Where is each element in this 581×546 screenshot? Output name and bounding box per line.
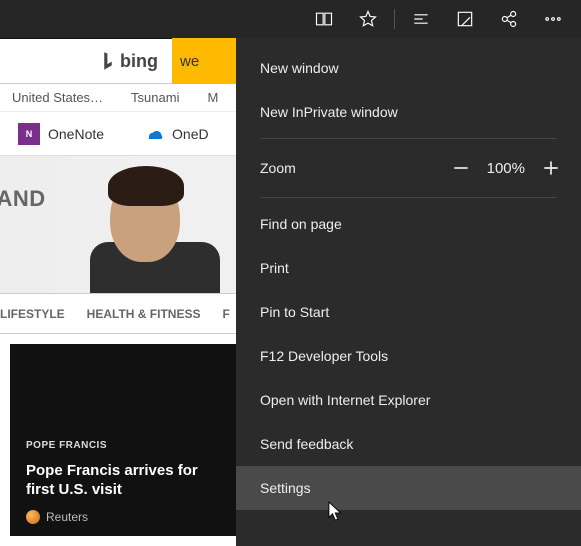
- tab-lifestyle[interactable]: LIFESTYLE: [0, 307, 65, 321]
- onenote-icon: N: [18, 123, 40, 145]
- menu-new-inprivate[interactable]: New InPrivate window: [236, 90, 581, 134]
- bing-label: bing: [120, 51, 158, 72]
- titlebar-separator: [394, 9, 395, 29]
- tab-health-fitness[interactable]: HEALTH & FITNESS: [87, 307, 201, 321]
- mouse-cursor-icon: [328, 501, 346, 528]
- news-source-label: Reuters: [46, 510, 88, 524]
- menu-separator: [260, 197, 557, 198]
- menu-open-ie[interactable]: Open with Internet Explorer: [236, 378, 581, 422]
- tab-more[interactable]: F: [222, 307, 229, 321]
- news-headline: Pope Francis arrives for first U.S. visi…: [26, 462, 226, 500]
- bing-logo[interactable]: bing: [100, 51, 158, 72]
- onenote-label: OneNote: [48, 126, 104, 142]
- onedrive-icon: [144, 127, 164, 141]
- zoom-in-button[interactable]: [539, 156, 563, 180]
- menu-separator: [260, 138, 557, 139]
- onedrive-shortcut[interactable]: OneD: [144, 126, 209, 142]
- share-icon[interactable]: [487, 0, 531, 38]
- menu-new-window[interactable]: New window: [236, 46, 581, 90]
- more-icon[interactable]: [531, 0, 575, 38]
- hero-image: [90, 164, 260, 294]
- onedrive-label: OneD: [172, 126, 209, 142]
- web-note-icon[interactable]: [443, 0, 487, 38]
- zoom-label: Zoom: [260, 160, 296, 176]
- zoom-out-button[interactable]: [449, 156, 473, 180]
- menu-zoom-row: Zoom 100%: [236, 143, 581, 193]
- news-card[interactable]: POPE FRANCIS Pope Francis arrives for fi…: [10, 344, 258, 536]
- menu-settings[interactable]: Settings: [236, 466, 581, 510]
- menu-find-on-page[interactable]: Find on page: [236, 202, 581, 246]
- hub-icon[interactable]: [399, 0, 443, 38]
- menu-send-feedback[interactable]: Send feedback: [236, 422, 581, 466]
- hero-heading: TY AND: [0, 186, 46, 212]
- news-topic-badge: POPE FRANCIS: [26, 440, 107, 451]
- menu-dev-tools[interactable]: F12 Developer Tools: [236, 334, 581, 378]
- reuters-icon: [26, 510, 40, 524]
- zoom-value: 100%: [487, 160, 525, 177]
- trending-item[interactable]: Tsunami: [131, 90, 179, 105]
- trending-item[interactable]: United States…: [12, 90, 103, 105]
- menu-pin-to-start[interactable]: Pin to Start: [236, 290, 581, 334]
- trending-item[interactable]: M: [207, 90, 218, 105]
- favorite-star-icon[interactable]: [346, 0, 390, 38]
- search-button-text: we: [180, 53, 199, 70]
- reading-view-icon[interactable]: [302, 0, 346, 38]
- news-source: Reuters: [26, 510, 88, 524]
- onenote-shortcut[interactable]: N OneNote: [18, 123, 104, 145]
- more-menu: New window New InPrivate window Zoom 100…: [236, 38, 581, 546]
- browser-titlebar: [0, 0, 581, 38]
- menu-print[interactable]: Print: [236, 246, 581, 290]
